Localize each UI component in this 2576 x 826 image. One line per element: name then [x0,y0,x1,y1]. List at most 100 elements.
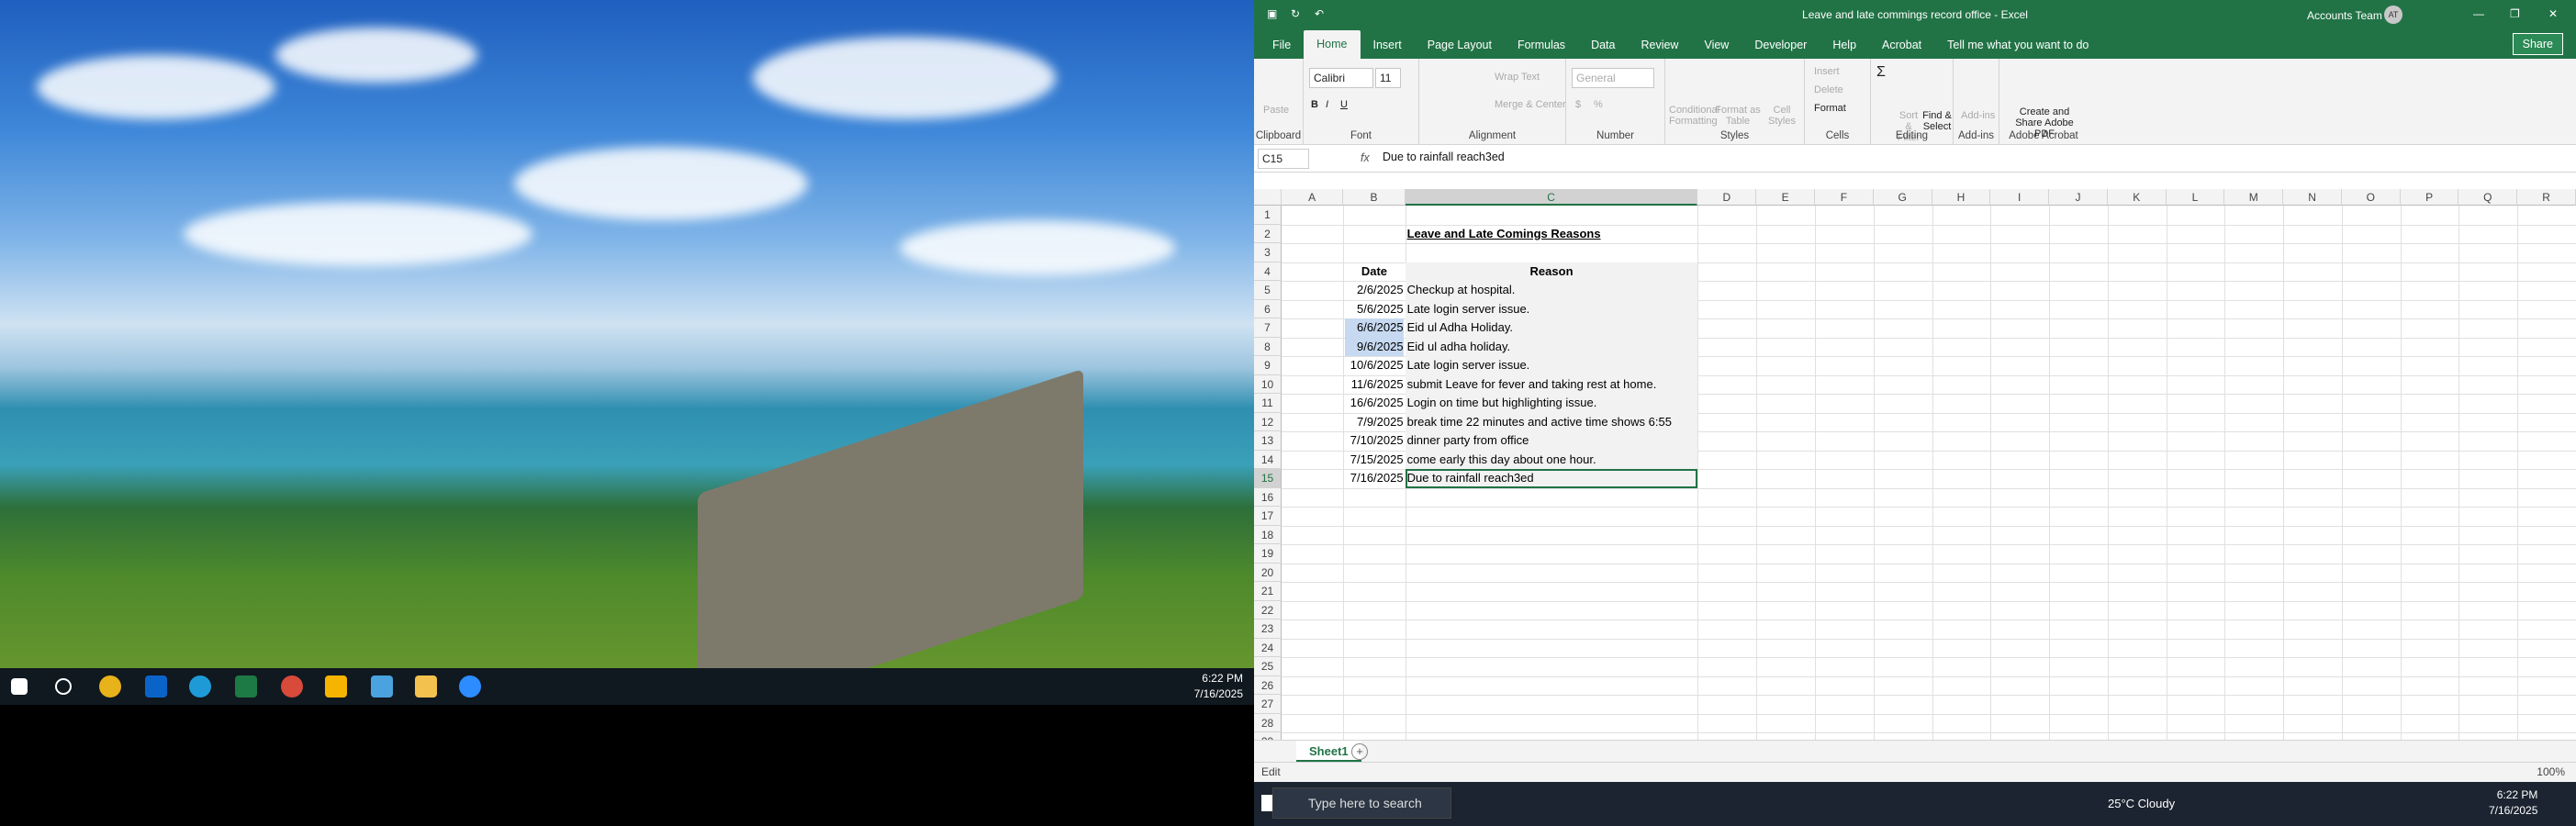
column-header[interactable]: O [2341,189,2401,206]
tab-page-layout[interactable]: Page Layout [1415,39,1505,59]
date-cell[interactable]: 16/6/2025 [1345,394,1404,413]
tab-developer[interactable]: Developer [1742,39,1820,59]
row-header[interactable]: 3 [1254,243,1282,262]
date-cell[interactable]: 9/6/2025 [1345,337,1404,356]
autosum-button[interactable]: Σ [1876,64,1886,81]
search-icon[interactable] [55,678,72,695]
column-header[interactable]: C [1405,189,1698,206]
row-header[interactable]: 1 [1254,206,1282,225]
reason-cell[interactable]: Due to rainfall reach3ed [1407,469,1697,488]
tab-file[interactable]: File [1260,39,1304,59]
row-header[interactable]: 15 [1254,469,1282,488]
reason-cell[interactable]: break time 22 minutes and active time sh… [1407,413,1697,432]
row-header[interactable]: 10 [1254,374,1282,394]
reason-cell[interactable]: come early this day about one hour. [1407,451,1697,470]
add-sheet-icon[interactable]: + [1351,743,1368,760]
italic-button[interactable]: I [1326,99,1328,110]
date-cell[interactable]: 10/6/2025 [1345,356,1404,375]
name-box[interactable]: C15 [1258,149,1309,169]
close-icon[interactable]: ✕ [2548,7,2558,20]
row-header[interactable]: 23 [1254,620,1282,639]
row-header[interactable]: 18 [1254,525,1282,544]
column-header[interactable]: K [2107,189,2167,206]
minimize-icon[interactable]: — [2473,7,2484,20]
date-cell[interactable]: 6/6/2025 [1345,318,1404,338]
column-header[interactable]: B [1343,189,1406,206]
restore-icon[interactable]: ❐ [2510,7,2520,20]
row-header[interactable]: 21 [1254,582,1282,601]
date-cell[interactable]: 2/6/2025 [1345,281,1404,300]
delete-cells-button[interactable]: Delete [1814,84,1843,95]
row-header[interactable]: 13 [1254,431,1282,451]
tell-me-search[interactable]: Tell me what you want to do [1934,39,2101,59]
addins-button[interactable]: Add-ins [1961,110,1995,121]
column-header[interactable]: G [1873,189,1932,206]
date-cell[interactable]: 5/6/2025 [1345,300,1404,319]
find-select-button[interactable]: Find & Select [1922,110,1952,132]
column-header[interactable]: Q [2458,189,2518,206]
wrap-text-button[interactable]: Wrap Text [1495,72,1540,83]
column-header[interactable]: J [2049,189,2108,206]
fx-icon[interactable]: fx [1361,151,1370,164]
reason-cell[interactable]: dinner party from office [1407,431,1697,451]
zoom-level[interactable]: 100% [2537,765,2565,778]
row-header[interactable]: 22 [1254,600,1282,620]
column-header[interactable]: R [2517,189,2576,206]
weather-text[interactable]: 25°C Cloudy [2108,797,2175,810]
conditional-formatting-button[interactable]: Conditional Formatting [1669,105,1719,127]
tab-formulas[interactable]: Formulas [1505,39,1578,59]
tab-home[interactable]: Home [1304,30,1361,59]
select-all-corner[interactable] [1254,189,1282,206]
format-cells-button[interactable]: Format [1814,103,1846,114]
tab-insert[interactable]: Insert [1361,39,1415,59]
avatar[interactable]: AT [2384,6,2402,24]
formula-input[interactable]: Due to rainfall reach3ed [1383,151,1505,163]
column-header[interactable]: D [1697,189,1757,206]
row-header[interactable]: 14 [1254,450,1282,469]
reason-cell[interactable]: Checkup at hospital. [1407,281,1697,300]
merge-center-button[interactable]: Merge & Center [1495,99,1566,110]
taskbar-search[interactable]: Type here to search [1272,787,1451,819]
reason-cell[interactable]: submit Leave for fever and taking rest a… [1407,375,1697,395]
column-header[interactable]: I [1990,189,2050,206]
account-name[interactable]: Accounts Team [2307,9,2382,22]
underline-button[interactable]: U [1340,99,1348,110]
row-header[interactable]: 8 [1254,337,1282,356]
column-header[interactable]: M [2224,189,2284,206]
header-reason[interactable]: Reason [1407,262,1697,282]
reason-cell[interactable]: Late login server issue. [1407,300,1697,319]
percent-button[interactable]: % [1594,99,1603,110]
bold-button[interactable]: B [1311,99,1318,110]
share-button[interactable]: Share [2512,33,2563,55]
format-as-table-button[interactable]: Format as Table [1715,105,1761,127]
row-header[interactable]: 6 [1254,299,1282,318]
app-icon[interactable] [325,675,347,698]
column-header[interactable]: E [1756,189,1815,206]
file-explorer-icon[interactable] [415,675,437,698]
row-header[interactable]: 19 [1254,544,1282,564]
outlook-icon[interactable] [145,675,167,698]
tab-view[interactable]: View [1691,39,1742,59]
row-header[interactable]: 11 [1254,394,1282,413]
taskbar-clock[interactable]: 6:22 PM 7/16/2025 [2489,787,2537,819]
chrome-icon[interactable] [99,675,121,698]
row-header[interactable]: 16 [1254,487,1282,507]
paste-button[interactable]: Paste [1263,105,1289,116]
cell-styles-button[interactable]: Cell Styles [1763,105,1801,127]
row-header[interactable]: 2 [1254,224,1282,243]
spreadsheet-grid[interactable]: A B C D E F G H I J K L M N O P Q R 1 2 3 4 5 6 7 8 9 10 11 12 13 14 15 1… [1254,189,2576,753]
row-header[interactable]: 17 [1254,507,1282,526]
windows-start-icon[interactable] [11,678,28,695]
sheet-title[interactable]: Leave and Late Comings Reasons [1407,225,1697,244]
row-header[interactable]: 9 [1254,356,1282,375]
row-header[interactable]: 20 [1254,563,1282,582]
column-header[interactable]: F [1815,189,1874,206]
row-header[interactable]: 7 [1254,318,1282,338]
insert-cells-button[interactable]: Insert [1814,66,1840,77]
date-cell[interactable]: 7/9/2025 [1345,413,1404,432]
date-cell[interactable]: 11/6/2025 [1345,375,1404,395]
column-header[interactable]: H [1932,189,1991,206]
column-header[interactable]: A [1282,189,1344,206]
row-header[interactable]: 5 [1254,281,1282,300]
calculator-icon[interactable] [371,675,393,698]
